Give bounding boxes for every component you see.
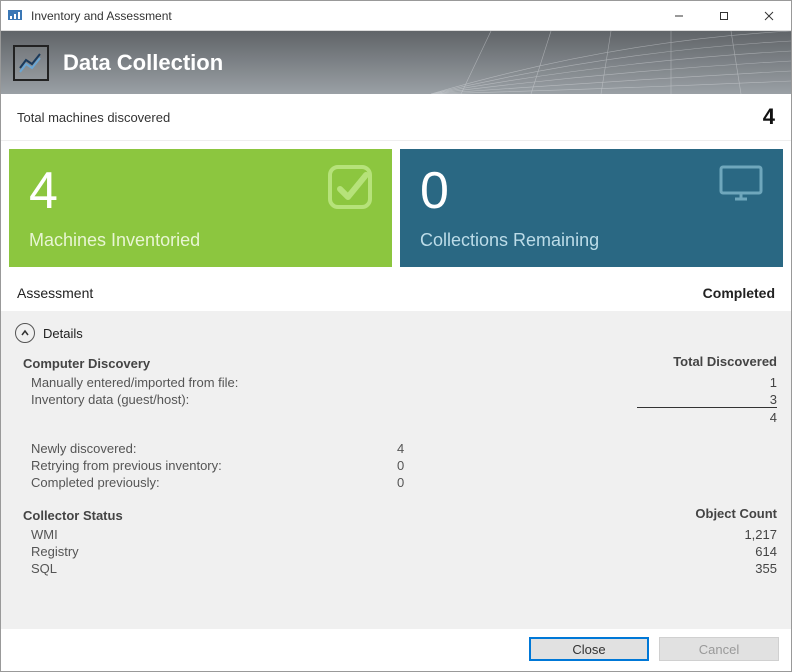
table-row: Retrying from previous inventory: 0: [15, 457, 777, 474]
collector-row-value: 355: [637, 561, 777, 576]
collector-row-value: 1,217: [637, 527, 777, 542]
discovery-row-label: Inventory data (guest/host):: [31, 392, 189, 408]
collector-row-label: WMI: [31, 527, 58, 542]
footer: Close Cancel: [1, 629, 791, 671]
app-icon: [7, 8, 23, 24]
discovery-count-label: Completed previously:: [31, 475, 160, 490]
card-remaining-caption: Collections Remaining: [420, 230, 763, 251]
table-row: 4: [15, 409, 777, 426]
minimize-button[interactable]: [656, 1, 701, 30]
window-controls: [656, 1, 791, 30]
table-row: Manually entered/imported from file: 1: [15, 374, 777, 391]
banner-title: Data Collection: [63, 50, 223, 76]
chevron-up-icon: [15, 323, 35, 343]
discovery-title: Computer Discovery: [23, 356, 150, 371]
card-inventoried-caption: Machines Inventoried: [29, 230, 372, 251]
total-discovered-value: 4: [763, 104, 775, 130]
window-title: Inventory and Assessment: [31, 9, 172, 23]
checkmark-icon: [326, 163, 374, 214]
details-panel: Details Computer Discovery Total Discove…: [1, 311, 791, 629]
table-row: Inventory data (guest/host): 3: [15, 391, 777, 409]
table-row: Completed previously: 0: [15, 474, 777, 491]
collector-row-label: SQL: [31, 561, 57, 576]
chart-icon: [13, 45, 49, 81]
collector-title: Collector Status: [23, 508, 123, 523]
object-count-heading: Object Count: [637, 506, 777, 525]
discovery-row-value: 3: [637, 392, 777, 408]
discovery-total-value: 4: [637, 410, 777, 425]
table-row: Newly discovered: 4: [15, 440, 777, 457]
card-inventoried-value: 4: [29, 165, 372, 217]
close-window-button[interactable]: [746, 1, 791, 30]
banner-mesh-decor: [431, 31, 791, 94]
discovery-count-value: 0: [397, 458, 777, 473]
card-inventoried: 4 Machines Inventoried: [9, 149, 392, 267]
table-row: WMI 1,217: [15, 526, 777, 543]
maximize-button[interactable]: [701, 1, 746, 30]
cards: 4 Machines Inventoried 0 Collections Rem…: [1, 141, 791, 275]
assessment-label: Assessment: [17, 285, 93, 301]
discovery-count-label: Newly discovered:: [31, 441, 137, 456]
discovery-row-label: Manually entered/imported from file:: [31, 375, 238, 390]
banner: Data Collection: [1, 31, 791, 94]
table-row: Registry 614: [15, 543, 777, 560]
discovery-count-value: 0: [397, 475, 777, 490]
details-toggle[interactable]: Details: [15, 317, 777, 353]
discovery-row-value: 1: [637, 375, 777, 390]
card-remaining-value: 0: [420, 165, 763, 217]
close-button[interactable]: Close: [529, 637, 649, 661]
discovery-count-label: Retrying from previous inventory:: [31, 458, 222, 473]
collector-row-label: Registry: [31, 544, 79, 559]
card-remaining: 0 Collections Remaining: [400, 149, 783, 267]
assessment-row: Assessment Completed: [1, 275, 791, 311]
titlebar: Inventory and Assessment: [1, 1, 791, 31]
cancel-button: Cancel: [659, 637, 779, 661]
discovery-count-value: 4: [397, 441, 777, 456]
details-header-text: Details: [43, 326, 83, 341]
window: Inventory and Assessment: [0, 0, 792, 672]
monitor-icon: [717, 163, 765, 206]
assessment-status: Completed: [703, 285, 775, 301]
table-row: SQL 355: [15, 560, 777, 577]
total-discovered-label: Total machines discovered: [17, 110, 170, 125]
total-discovered-heading: Total Discovered: [637, 354, 777, 373]
total-discovered-row: Total machines discovered 4: [1, 94, 791, 141]
collector-row-value: 614: [637, 544, 777, 559]
